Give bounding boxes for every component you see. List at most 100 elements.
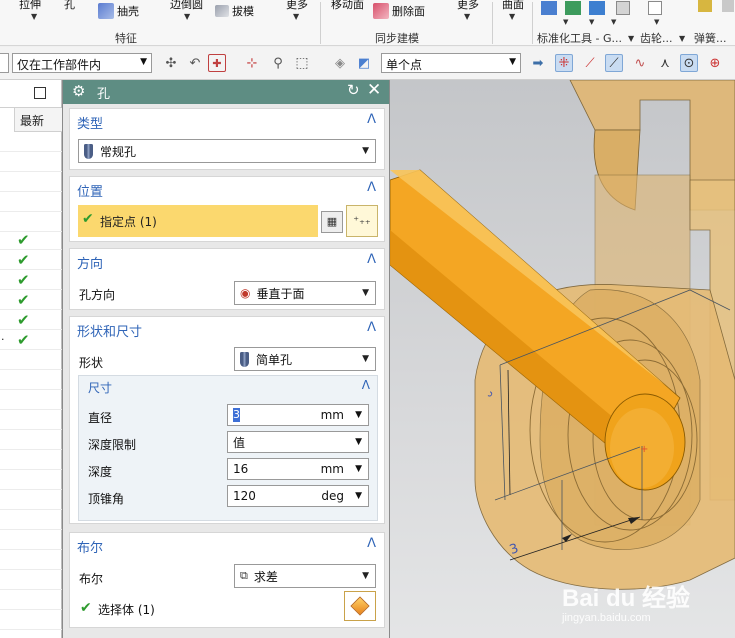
standard-tool-icon[interactable]	[589, 1, 605, 15]
depth-input[interactable]: 16 mm ▼	[227, 458, 369, 480]
chevron-down-icon[interactable]: ▼	[654, 18, 659, 26]
section-title-type[interactable]: 类型	[77, 113, 103, 132]
gear-icon[interactable]: ⚙	[72, 82, 85, 100]
snap-more-icon[interactable]: ·	[729, 54, 735, 72]
draft-button[interactable]: 拔模	[215, 3, 254, 19]
list-item[interactable]	[0, 590, 62, 610]
depth-limit-dropdown[interactable]: 值 ▼	[227, 431, 369, 453]
chevron-down-icon[interactable]: ▼	[464, 12, 470, 21]
list-item[interactable]	[0, 410, 62, 430]
standard-tool-icon[interactable]	[616, 1, 630, 15]
standard-tool-icon[interactable]	[565, 1, 581, 15]
snap-quadrant-icon[interactable]: ⊕	[706, 54, 724, 72]
list-item[interactable]	[0, 152, 62, 172]
list-item[interactable]	[0, 390, 62, 410]
section-title-boolean[interactable]: 布尔	[77, 537, 103, 556]
section-title-shape-size[interactable]: 形状和尺寸	[77, 321, 142, 340]
standard-tool-icon[interactable]	[541, 1, 557, 15]
specify-point-row[interactable]: ✔ 指定点 (1)	[78, 205, 318, 237]
list-item[interactable]	[0, 470, 62, 490]
list-item[interactable]	[0, 570, 62, 590]
column-header-latest[interactable]: 最新	[14, 108, 62, 132]
list-item[interactable]	[0, 370, 62, 390]
chevron-down-icon[interactable]: ▼	[611, 18, 616, 26]
select-component-icon[interactable]: ◩	[355, 54, 373, 72]
collapse-icon[interactable]: ᐱ	[367, 180, 376, 195]
snap-curve-icon[interactable]: ∿	[631, 54, 649, 72]
gear-tool-icon[interactable]	[648, 1, 662, 15]
diameter-input[interactable]: 3 mm ▼	[227, 404, 369, 426]
move-face-button[interactable]: 移动面	[331, 0, 364, 12]
type-filter-dropdown[interactable]	[0, 53, 9, 73]
chevron-down-icon[interactable]: ▼	[679, 34, 685, 43]
chevron-down-icon[interactable]: ▼	[293, 12, 299, 21]
list-item[interactable]	[0, 350, 62, 370]
boolean-dropdown[interactable]: ⧉ 求差 ▼	[234, 564, 376, 588]
section-title-dimensions[interactable]: 尺寸	[88, 379, 112, 396]
chevron-down-icon[interactable]: ▼	[509, 12, 515, 21]
edge-blend-button[interactable]: 边倒圆	[170, 0, 203, 12]
tip-angle-input[interactable]: 120 deg ▼	[227, 485, 369, 507]
list-item[interactable]	[0, 530, 62, 550]
select-body-button[interactable]	[344, 591, 376, 621]
chevron-down-icon[interactable]: ▼	[628, 34, 634, 43]
list-item[interactable]	[0, 192, 62, 212]
maximize-icon[interactable]	[34, 87, 46, 99]
collapse-icon[interactable]: ᐱ	[362, 378, 370, 392]
section-title-direction[interactable]: 方向	[77, 253, 103, 272]
select-feature-icon[interactable]: ✚	[208, 54, 226, 72]
collapse-icon[interactable]: ᐱ	[367, 536, 376, 551]
snap-intersection-icon[interactable]: ⋏	[656, 54, 674, 72]
snap-center-icon[interactable]: ⊙	[680, 54, 698, 72]
chevron-down-icon[interactable]: ▼	[355, 464, 362, 474]
point-dialog-icon[interactable]: ⁺₊₊	[346, 205, 378, 237]
snap-midpoint-icon[interactable]: ⟋	[605, 54, 623, 72]
collapse-icon[interactable]: ᐱ	[367, 112, 376, 127]
chevron-down-icon[interactable]: ▼	[563, 18, 568, 26]
chevron-down-icon[interactable]: ▼	[31, 12, 37, 21]
chevron-down-icon[interactable]: ▼	[589, 18, 594, 26]
arrow-right-icon[interactable]: ➡	[529, 54, 547, 72]
more-button-2[interactable]: 更多	[457, 0, 479, 12]
list-item[interactable]	[0, 430, 62, 450]
list-item[interactable]: ✔	[0, 290, 62, 310]
list-item[interactable]	[0, 490, 62, 510]
dialog-title-bar[interactable]: ⚙ 孔 ↻ ✕	[63, 80, 389, 104]
more-button[interactable]: 更多	[286, 0, 308, 12]
surface-button[interactable]: 曲面	[502, 0, 524, 12]
point-filter-dropdown[interactable]: 单个点 ▼	[381, 53, 521, 73]
chevron-down-icon[interactable]: ▼	[355, 491, 362, 501]
scope-filter-dropdown[interactable]: 仅在工作部件内 ▼	[12, 53, 152, 73]
hole-type-dropdown[interactable]: 常规孔 ▼	[78, 139, 376, 163]
hole-direction-dropdown[interactable]: ◉ 垂直于面 ▼	[234, 281, 376, 305]
shape-dropdown[interactable]: 简单孔 ▼	[234, 347, 376, 371]
list-item[interactable]: ✔	[0, 310, 62, 330]
chevron-down-icon[interactable]: ▼	[184, 12, 190, 21]
graphics-viewport[interactable]: ᴗ + 3 Bai du 经验 jingyan.baidu.com	[390, 80, 735, 638]
section-title-position[interactable]: 位置	[77, 181, 103, 200]
list-item[interactable]: · ✔	[0, 330, 62, 350]
list-item[interactable]	[0, 550, 62, 570]
list-item[interactable]	[0, 450, 62, 470]
spring-tool-icon[interactable]	[722, 0, 734, 12]
select-body-icon[interactable]: ◈	[331, 54, 349, 72]
undo-selection-icon[interactable]: ↶	[186, 54, 204, 72]
selection-pin-icon[interactable]: ⚲	[269, 54, 287, 72]
sketch-section-icon[interactable]: ▦	[321, 211, 343, 233]
list-item[interactable]	[0, 172, 62, 192]
close-icon[interactable]: ✕	[367, 80, 381, 100]
reset-icon[interactable]: ↻	[347, 81, 360, 99]
collapse-icon[interactable]: ᐱ	[367, 320, 376, 335]
extrude-button[interactable]: 拉伸	[19, 0, 41, 12]
list-item[interactable]	[0, 132, 62, 152]
list-item[interactable]: ✔	[0, 250, 62, 270]
spring-tool-icon[interactable]	[698, 0, 712, 12]
shell-button[interactable]: 抽壳	[98, 3, 139, 19]
list-item[interactable]	[0, 610, 62, 630]
snap-endpoint-icon[interactable]: ⁜	[555, 54, 573, 72]
list-item[interactable]	[0, 510, 62, 530]
list-item[interactable]: ✔	[0, 270, 62, 290]
chevron-down-icon[interactable]: ▼	[355, 410, 362, 420]
delete-face-button[interactable]: 删除面	[373, 3, 425, 19]
collapse-icon[interactable]: ᐱ	[367, 252, 376, 267]
